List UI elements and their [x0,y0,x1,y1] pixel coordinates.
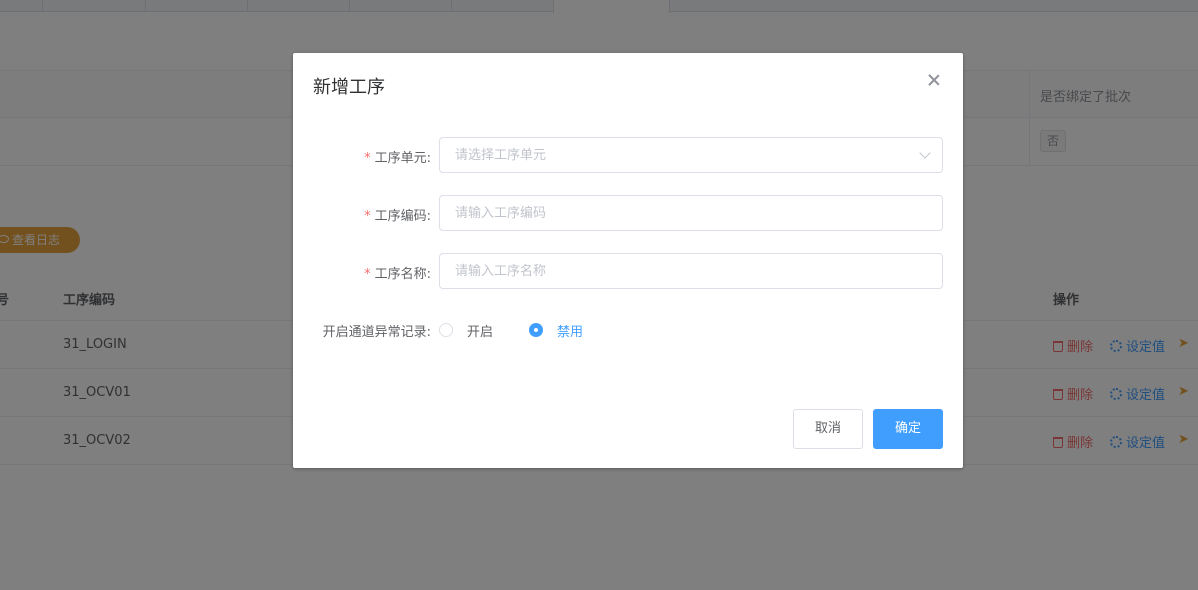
confirm-button[interactable]: 确定 [873,409,943,449]
cancel-button[interactable]: 取消 [793,409,863,449]
required-mark: * [364,267,371,282]
process-unit-select[interactable] [439,137,943,173]
process-name-input[interactable] [439,253,943,289]
unit-label: * 工序单元: [311,147,431,166]
channel-log-label: 开启通道异常记录: [322,325,431,340]
radio-enable[interactable]: 开启 [439,322,494,340]
radio-circle-checked[interactable] [529,323,543,337]
close-icon[interactable] [927,73,941,87]
radio-enable-label: 开启 [467,324,494,340]
unit-label-text: 工序单元: [374,151,431,166]
required-mark: * [364,151,371,166]
code-label: * 工序编码: [311,205,431,224]
code-label-text: 工序编码: [374,209,431,224]
radio-disable-label: 禁用 [557,324,584,340]
name-label: * 工序名称: [311,263,431,282]
add-process-dialog: 新增工序 *工序单元: *工序编码: *工序名称: 开启通道异常记录: 开启 禁… [293,53,963,468]
name-label-text: 工序名称: [374,267,431,282]
radio-disable[interactable]: 禁用 [529,322,584,340]
dialog-title: 新增工序 [313,77,385,98]
required-mark: * [364,209,371,224]
process-code-input[interactable] [439,195,943,231]
radio-circle[interactable] [439,323,453,337]
